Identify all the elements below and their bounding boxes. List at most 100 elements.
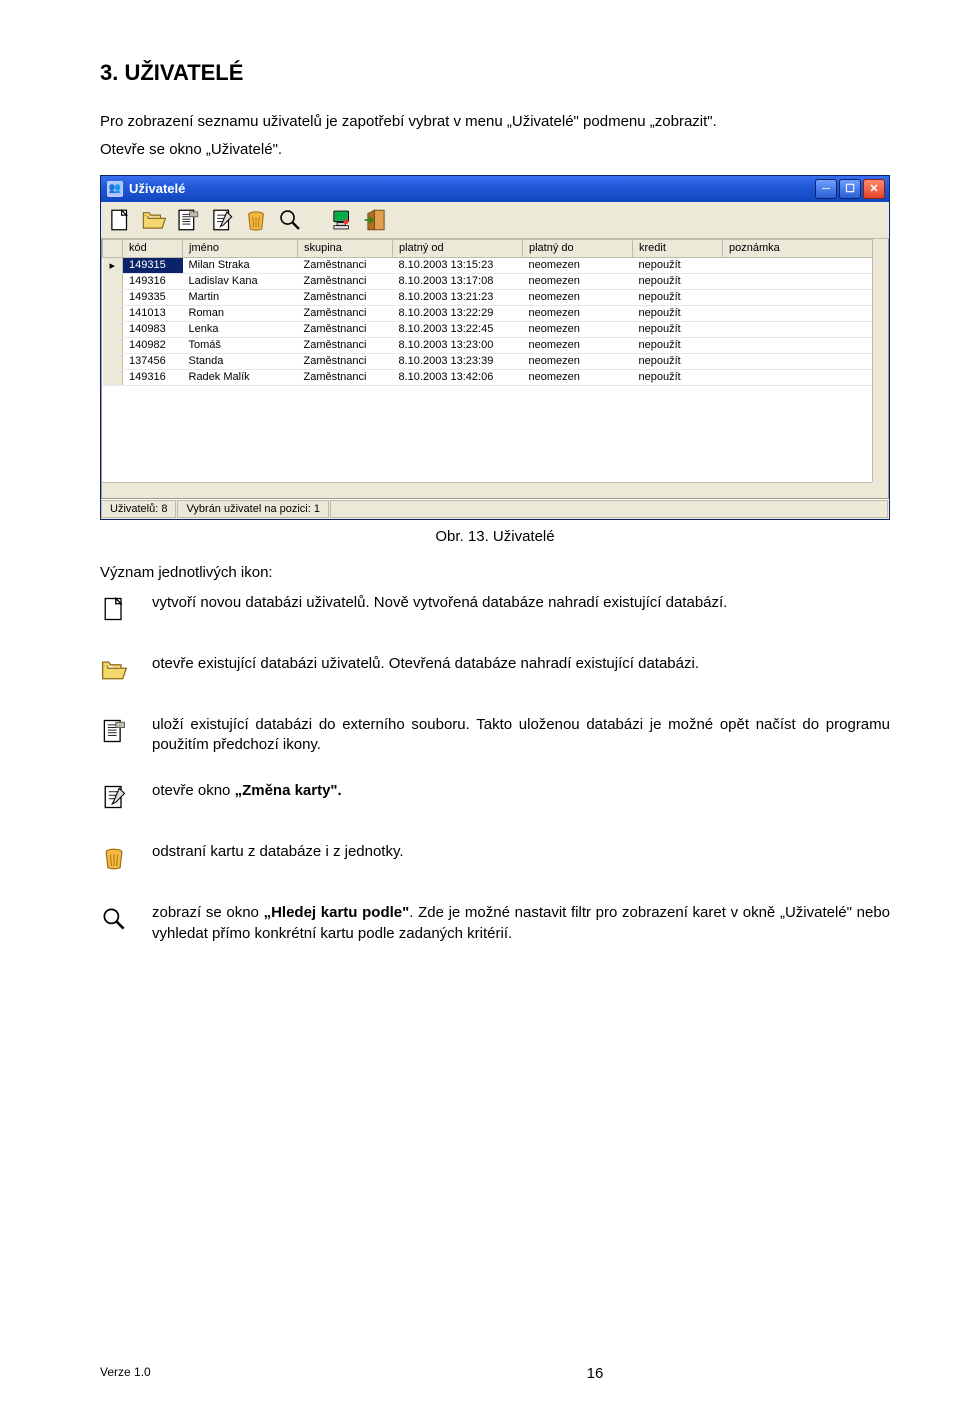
row-selector[interactable] bbox=[103, 289, 123, 305]
row-selector[interactable] bbox=[103, 321, 123, 337]
cell[interactable]: 8.10.2003 13:42:06 bbox=[393, 369, 523, 385]
cell[interactable]: Tomáš bbox=[183, 337, 298, 353]
edit-icon[interactable] bbox=[209, 207, 235, 233]
cell[interactable]: Milan Straka bbox=[183, 257, 298, 273]
scroll-corner bbox=[872, 482, 888, 498]
col-jmeno[interactable]: jméno bbox=[183, 239, 298, 257]
cell[interactable]: 140982 bbox=[123, 337, 183, 353]
cell[interactable]: nepoužít bbox=[633, 305, 723, 321]
cell[interactable]: Zaměstnanci bbox=[298, 257, 393, 273]
cell[interactable]: Ladislav Kana bbox=[183, 273, 298, 289]
row-selector[interactable] bbox=[103, 305, 123, 321]
col-skupina[interactable]: skupina bbox=[298, 239, 393, 257]
search-icon bbox=[100, 905, 130, 938]
table-row[interactable]: 141013RomanZaměstnanci8.10.2003 13:22:29… bbox=[103, 305, 888, 321]
cell[interactable]: 8.10.2003 13:22:29 bbox=[393, 305, 523, 321]
cell[interactable]: 8.10.2003 13:17:08 bbox=[393, 273, 523, 289]
cell[interactable]: 8.10.2003 13:23:00 bbox=[393, 337, 523, 353]
cell[interactable]: 8.10.2003 13:23:39 bbox=[393, 353, 523, 369]
col-kod[interactable]: kód bbox=[123, 239, 183, 257]
close-button[interactable]: ✕ bbox=[863, 179, 885, 199]
row-selector[interactable] bbox=[103, 273, 123, 289]
maximize-button[interactable]: ☐ bbox=[839, 179, 861, 199]
cell[interactable]: neomezen bbox=[523, 273, 633, 289]
cell[interactable]: 149335 bbox=[123, 289, 183, 305]
exit-door-icon[interactable] bbox=[363, 207, 389, 233]
cell[interactable]: Roman bbox=[183, 305, 298, 321]
cell[interactable] bbox=[723, 337, 888, 353]
cell[interactable]: Zaměstnanci bbox=[298, 353, 393, 369]
cell[interactable]: Standa bbox=[183, 353, 298, 369]
table-row[interactable]: 140982TomášZaměstnanci8.10.2003 13:23:00… bbox=[103, 337, 888, 353]
cell[interactable]: nepoužít bbox=[633, 257, 723, 273]
cell[interactable]: Zaměstnanci bbox=[298, 305, 393, 321]
delete-icon[interactable] bbox=[243, 207, 269, 233]
cell[interactable] bbox=[723, 289, 888, 305]
search-icon[interactable] bbox=[277, 207, 303, 233]
cell[interactable]: 149315 bbox=[123, 257, 183, 273]
cell[interactable] bbox=[723, 305, 888, 321]
table-row[interactable]: 149316Ladislav KanaZaměstnanci8.10.2003 … bbox=[103, 273, 888, 289]
row-selector[interactable] bbox=[103, 353, 123, 369]
cell[interactable]: neomezen bbox=[523, 353, 633, 369]
row-selector-header bbox=[103, 239, 123, 257]
open-icon[interactable] bbox=[141, 207, 167, 233]
cell[interactable]: Zaměstnanci bbox=[298, 337, 393, 353]
row-selector[interactable] bbox=[103, 337, 123, 353]
vertical-scrollbar[interactable] bbox=[872, 239, 888, 482]
row-selector[interactable]: ▸ bbox=[103, 257, 123, 273]
cell[interactable]: 140983 bbox=[123, 321, 183, 337]
cell[interactable]: 137456 bbox=[123, 353, 183, 369]
footer-version: Verze 1.0 bbox=[100, 1365, 300, 1382]
horizontal-scrollbar[interactable] bbox=[102, 482, 872, 498]
cell[interactable]: Zaměstnanci bbox=[298, 289, 393, 305]
table-row[interactable]: 149316Radek MalíkZaměstnanci8.10.2003 13… bbox=[103, 369, 888, 385]
cell[interactable]: Zaměstnanci bbox=[298, 369, 393, 385]
cell[interactable]: nepoužít bbox=[633, 369, 723, 385]
cell[interactable]: 141013 bbox=[123, 305, 183, 321]
titlebar[interactable]: 👥 Uživatelé ─ ☐ ✕ bbox=[101, 176, 889, 202]
cell[interactable]: nepoužít bbox=[633, 353, 723, 369]
new-icon[interactable] bbox=[107, 207, 133, 233]
cell[interactable]: nepoužít bbox=[633, 321, 723, 337]
col-kredit[interactable]: kredit bbox=[633, 239, 723, 257]
table-row[interactable]: ▸149315Milan StrakaZaměstnanci8.10.2003 … bbox=[103, 257, 888, 273]
cell[interactable]: Zaměstnanci bbox=[298, 321, 393, 337]
table-row[interactable]: 140983LenkaZaměstnanci8.10.2003 13:22:45… bbox=[103, 321, 888, 337]
cell[interactable]: Lenka bbox=[183, 321, 298, 337]
cell[interactable]: 149316 bbox=[123, 369, 183, 385]
monitor-icon[interactable] bbox=[329, 207, 355, 233]
cell[interactable]: Zaměstnanci bbox=[298, 273, 393, 289]
cell[interactable]: neomezen bbox=[523, 257, 633, 273]
cell[interactable] bbox=[723, 321, 888, 337]
cell[interactable]: Martin bbox=[183, 289, 298, 305]
cell[interactable]: 8.10.2003 13:15:23 bbox=[393, 257, 523, 273]
row-selector[interactable] bbox=[103, 369, 123, 385]
cell[interactable]: Radek Malík bbox=[183, 369, 298, 385]
save-icon[interactable] bbox=[175, 207, 201, 233]
cell[interactable]: nepoužít bbox=[633, 337, 723, 353]
cell[interactable] bbox=[723, 257, 888, 273]
col-platny-do[interactable]: platný do bbox=[523, 239, 633, 257]
cell[interactable]: neomezen bbox=[523, 369, 633, 385]
minimize-button[interactable]: ─ bbox=[815, 179, 837, 199]
table-row[interactable]: 137456StandaZaměstnanci8.10.2003 13:23:3… bbox=[103, 353, 888, 369]
new-description: vytvoří novou databázi uživatelů. Nově v… bbox=[152, 593, 890, 613]
cell[interactable]: nepoužít bbox=[633, 273, 723, 289]
col-platny-od[interactable]: platný od bbox=[393, 239, 523, 257]
cell[interactable]: neomezen bbox=[523, 337, 633, 353]
cell[interactable]: 149316 bbox=[123, 273, 183, 289]
open-description: otevře existující databázi uživatelů. Ot… bbox=[152, 654, 890, 674]
cell[interactable]: neomezen bbox=[523, 321, 633, 337]
data-grid[interactable]: kód jméno skupina platný od platný do kr… bbox=[101, 239, 889, 499]
cell[interactable]: neomezen bbox=[523, 289, 633, 305]
col-poznamka[interactable]: poznámka bbox=[723, 239, 888, 257]
cell[interactable] bbox=[723, 369, 888, 385]
table-row[interactable]: 149335MartinZaměstnanci8.10.2003 13:21:2… bbox=[103, 289, 888, 305]
cell[interactable] bbox=[723, 273, 888, 289]
cell[interactable]: 8.10.2003 13:22:45 bbox=[393, 321, 523, 337]
cell[interactable]: nepoužít bbox=[633, 289, 723, 305]
cell[interactable]: 8.10.2003 13:21:23 bbox=[393, 289, 523, 305]
cell[interactable]: neomezen bbox=[523, 305, 633, 321]
cell[interactable] bbox=[723, 353, 888, 369]
